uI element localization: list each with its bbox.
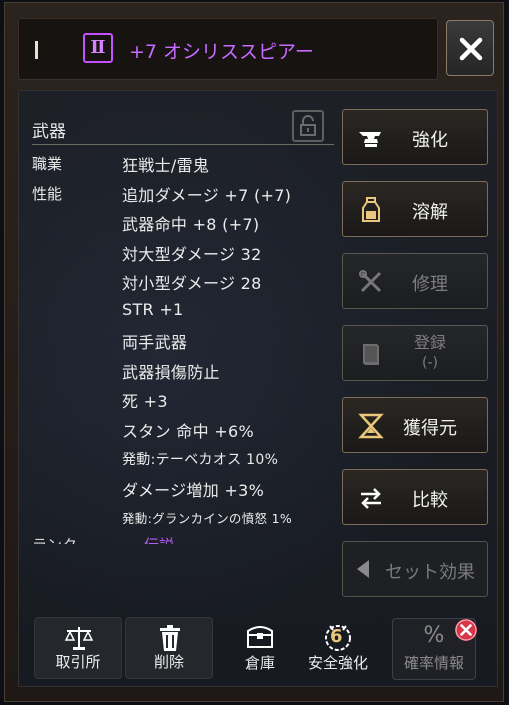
close-circle-icon — [455, 619, 477, 641]
safe-enhance-badge: 6 — [330, 626, 343, 647]
register-button: 登録 (-) — [342, 325, 488, 381]
stat-line: 対小型ダメージ 28 — [122, 274, 262, 293]
clipped-row: ランク 伝説 — [32, 534, 342, 544]
item-info-panel — [18, 90, 498, 687]
item-category: 武器 — [32, 122, 66, 142]
stat-line: 武器損傷防止 — [122, 363, 220, 382]
dissolve-label: 溶解 — [412, 202, 448, 223]
compare-button[interactable]: 比較 — [342, 469, 488, 525]
dissolve-button[interactable]: 溶解 — [342, 181, 488, 237]
safe-enhance-button[interactable]: 6 安全強化 — [296, 617, 380, 679]
trash-icon — [160, 625, 180, 651]
register-label: 登録 (-) — [343, 333, 487, 373]
stat-line: 両手武器 — [122, 333, 188, 352]
stat-line: STR +1 — [122, 300, 184, 319]
unlock-icon — [300, 115, 316, 136]
stats-label: 性能 — [32, 185, 63, 203]
tier-badge: Ⅱ — [83, 33, 113, 63]
item-header: Ⅱ +7 オシリススピアー — [18, 18, 438, 80]
stat-line: 死 +3 — [122, 392, 168, 411]
rank-value: 伝説 — [144, 534, 174, 544]
exchange-label: 取引所 — [55, 653, 101, 671]
class-label: 職業 — [32, 155, 63, 173]
lock-button[interactable] — [292, 110, 324, 142]
item-title: +7 オシリススピアー — [129, 41, 314, 63]
divider — [32, 144, 334, 145]
delete-label: 削除 — [153, 653, 184, 671]
scales-icon — [64, 627, 94, 650]
delete-button[interactable]: 削除 — [125, 617, 213, 679]
probability-label: 確率情報 — [403, 654, 464, 672]
chest-icon — [247, 626, 273, 648]
rank-label: ランク — [32, 534, 77, 544]
enhance-button[interactable]: 強化 — [342, 109, 488, 165]
repair-button: 修理 — [342, 253, 488, 309]
close-button[interactable] — [446, 20, 494, 76]
stat-line: ダメージ増加 +3% — [122, 481, 265, 500]
set-effect-button: セット効果 — [342, 541, 488, 597]
stat-line: 発動:グランカインの憤怒 1% — [122, 511, 293, 526]
set-effect-label: セット効果 — [385, 562, 475, 583]
exchange-button[interactable]: 取引所 — [34, 617, 122, 679]
repair-label: 修理 — [412, 274, 448, 295]
source-button[interactable]: 獲得元 — [342, 397, 488, 453]
stat-line: 発動:テーベカオス 10% — [122, 452, 279, 468]
safe-enhance-label: 安全強化 — [307, 654, 368, 672]
triangle-left-icon — [357, 560, 369, 578]
stat-line: 対大型ダメージ 32 — [122, 245, 262, 264]
register-title: 登録 — [413, 333, 446, 352]
stat-line: 武器命中 +8 (+7) — [122, 215, 260, 234]
register-sub: (-) — [422, 355, 438, 371]
stat-line: スタン 命中 +6% — [122, 422, 254, 441]
class-value: 狂戦士/雷鬼 — [122, 156, 210, 175]
close-icon — [459, 37, 483, 61]
enhance-label: 強化 — [412, 130, 448, 151]
drag-handle[interactable] — [35, 41, 38, 59]
source-label: 獲得元 — [403, 418, 457, 439]
compare-label: 比較 — [412, 490, 448, 511]
stat-line: 追加ダメージ +7 (+7) — [122, 186, 292, 205]
